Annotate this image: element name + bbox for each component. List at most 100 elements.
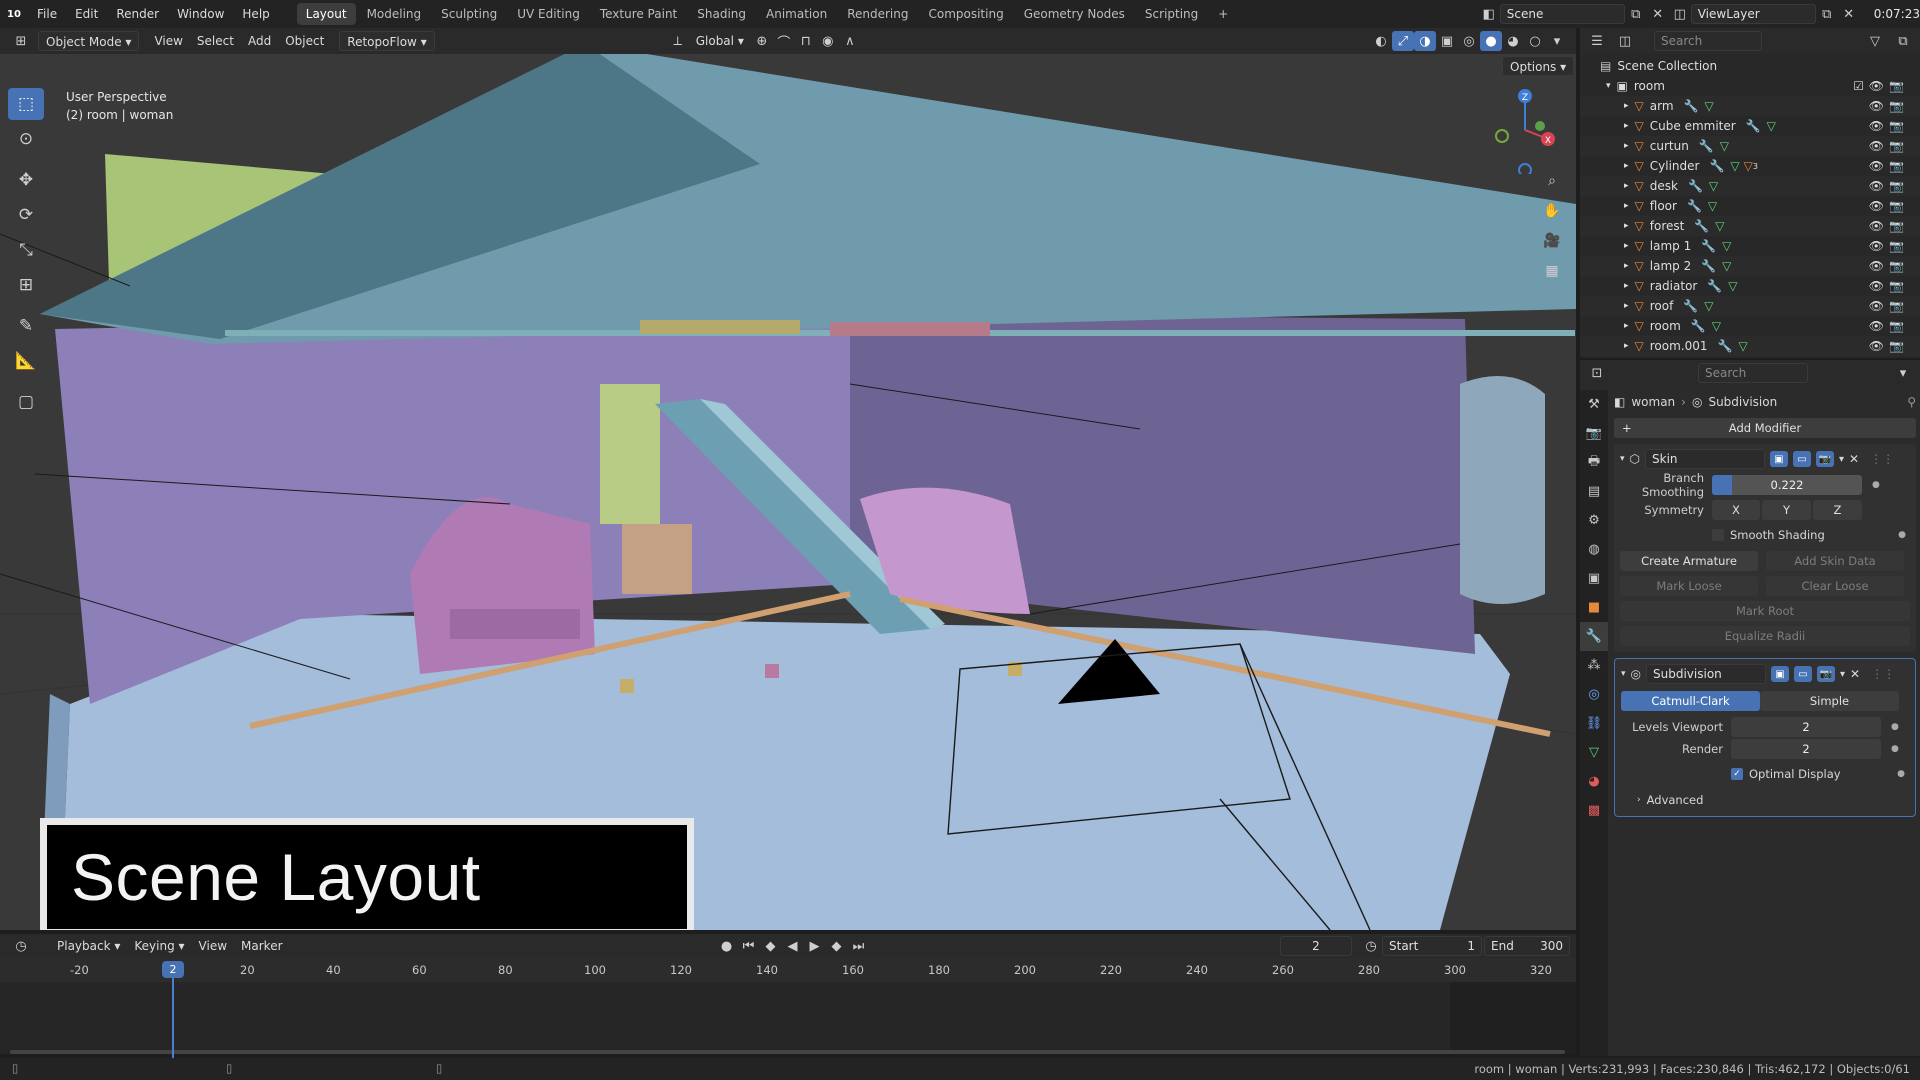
tab-sculpting[interactable]: Sculpting (432, 3, 506, 25)
advanced-subpanel[interactable]: › Advanced (1621, 790, 1909, 810)
camera-icon[interactable]: 📷 (1889, 219, 1904, 233)
texture-tab-icon[interactable]: ▩ (1580, 796, 1608, 825)
modifier-icon[interactable]: 🔧 (1683, 299, 1698, 313)
mesh-data-icon[interactable]: ▽ (1767, 119, 1776, 133)
data-tab-icon[interactable]: ▽ (1580, 738, 1608, 767)
playhead-handle[interactable]: 2 (162, 961, 184, 978)
timeline-scrollbar[interactable] (10, 1050, 1565, 1054)
shading-options-icon[interactable]: ▾ (1546, 31, 1568, 51)
world-tab-icon[interactable]: ◍ (1580, 535, 1608, 564)
object-tab-icon[interactable]: ■ (1580, 593, 1608, 622)
clear-loose-button[interactable]: Clear Loose (1766, 576, 1904, 596)
mesh-data-icon[interactable]: ▽ (1709, 179, 1718, 193)
keyframe-dot-icon[interactable]: ● (1891, 744, 1899, 754)
camera-icon[interactable]: 📷 (1889, 319, 1904, 333)
mesh-data-icon[interactable]: ▽ (1704, 99, 1713, 113)
editor-type-icon[interactable]: ⊞ (10, 31, 32, 51)
symmetry-z-toggle[interactable]: Z (1813, 500, 1862, 520)
physics-tab-icon[interactable]: ◎ (1580, 680, 1608, 709)
solid-shading-icon[interactable]: ● (1480, 31, 1502, 51)
properties-search[interactable]: Search (1698, 363, 1808, 383)
mesh-data-icon[interactable]: ▽ (1712, 319, 1721, 333)
mesh-data-icon[interactable]: ▽ (1722, 239, 1731, 253)
tab-layout[interactable]: Layout (296, 3, 356, 25)
camera-icon[interactable]: 📷 (1889, 139, 1904, 153)
outliner-item[interactable]: ▸ ▽ desk 🔧 ▽ 👁 📷 (1580, 176, 1920, 196)
display-mode-icon[interactable]: ◫ (1614, 31, 1636, 51)
dropdown-icon[interactable]: ▾ (1839, 454, 1844, 465)
tab-rendering[interactable]: Rendering (838, 3, 917, 25)
edit-mode-toggle-icon[interactable]: ▣ (1770, 451, 1789, 467)
eye-icon[interactable]: 👁 (1869, 119, 1884, 133)
pan-hand-icon[interactable]: ✋ (1537, 196, 1567, 226)
scene-field[interactable]: Scene (1499, 4, 1625, 24)
gizmo-toggle-icon[interactable]: ⤢ (1392, 31, 1414, 51)
blender-logo-icon[interactable]: 10 (0, 0, 28, 28)
eye-icon[interactable]: 👁 (1869, 179, 1884, 193)
skin-name-field[interactable]: Skin (1645, 449, 1766, 469)
render-toggle-icon[interactable]: 📷 (1816, 451, 1835, 467)
collapse-arrow-icon[interactable]: ▾ (1620, 454, 1625, 464)
keyframe-dot-icon[interactable]: ● (1897, 769, 1905, 779)
modifier-tab-icon[interactable]: 🔧 (1580, 622, 1608, 651)
collection-tab-icon[interactable]: ▣ (1580, 564, 1608, 593)
symmetry-x-toggle[interactable]: X (1712, 500, 1760, 520)
eye-icon[interactable]: 👁 (1869, 99, 1884, 113)
tool-tab-icon[interactable]: ⚒ (1580, 390, 1608, 419)
annotate-icon[interactable]: ✎ (8, 310, 44, 342)
dropdown-icon[interactable]: ▾ (1840, 669, 1845, 680)
outliner-editor-icon[interactable]: ☰ (1586, 31, 1608, 51)
wireframe-shading-icon[interactable]: ◎ (1458, 31, 1480, 51)
prev-keyframe-icon[interactable]: ◆ (760, 936, 782, 956)
preview-range-icon[interactable]: ◷ (1360, 936, 1382, 956)
eye-icon[interactable]: 👁 (1869, 199, 1884, 213)
material-shading-icon[interactable]: ◕ (1502, 31, 1524, 51)
rendered-shading-icon[interactable]: ○ (1524, 31, 1546, 51)
add-modifier-button[interactable]: + Add Modifier (1614, 418, 1916, 438)
camera-icon[interactable]: 📷 (1889, 259, 1904, 273)
modifier-icon[interactable]: 🔧 (1684, 99, 1699, 113)
add-workspace-icon[interactable]: + (1209, 3, 1237, 25)
record-icon[interactable]: ● (716, 936, 738, 956)
expand-arrow-icon[interactable]: ▸ (1624, 301, 1629, 311)
camera-icon[interactable]: 📷 (1889, 179, 1904, 193)
delete-scene-icon[interactable]: ✕ (1647, 4, 1669, 24)
mesh-data-icon[interactable]: ▽ (1704, 299, 1713, 313)
viewlayer-icon[interactable]: ◫ (1669, 4, 1691, 24)
outliner-item[interactable]: ▸ ▽ arm 🔧 ▽ 👁 📷 (1580, 96, 1920, 116)
end-frame-field[interactable]: End 300 (1484, 936, 1570, 956)
modifier-icon[interactable]: 🔧 (1709, 159, 1724, 173)
outliner-item[interactable]: ▸ ▽ lamp 1 🔧 ▽ 👁 📷 (1580, 236, 1920, 256)
expand-arrow-icon[interactable]: ▸ (1624, 181, 1629, 191)
modifier-icon[interactable]: 🔧 (1707, 279, 1722, 293)
gizmo-y-axis[interactable] (1535, 121, 1545, 131)
cursor-icon[interactable]: ⊙ (8, 123, 44, 155)
current-frame-field[interactable]: 2 (1280, 936, 1352, 956)
constraints-tab-icon[interactable]: ⛓ (1580, 709, 1608, 738)
expand-arrow-icon[interactable]: ▸ (1624, 121, 1629, 131)
expand-arrow-icon[interactable]: ▸ (1624, 241, 1629, 251)
render-levels-field[interactable]: 2 (1731, 739, 1881, 759)
properties-editor-icon[interactable]: ⊡ (1586, 363, 1608, 383)
snap-target-icon[interactable]: ⊓ (795, 31, 817, 51)
filter-icon[interactable]: ▽ (1864, 31, 1886, 51)
pin-icon[interactable]: ⚲ (1907, 395, 1916, 409)
menu-edit[interactable]: Edit (66, 0, 107, 28)
outliner-item[interactable]: ▸ ▽ room 🔧 ▽ 👁 📷 (1580, 316, 1920, 336)
branch-smoothing-slider[interactable]: 0.222 (1712, 475, 1862, 495)
play-reverse-icon[interactable]: ◀ (782, 936, 804, 956)
eye-icon[interactable]: 👁 (1869, 299, 1884, 313)
modifier-icon[interactable]: 🔧 (1701, 239, 1716, 253)
tab-texture-paint[interactable]: Texture Paint (591, 3, 686, 25)
add-cube-icon[interactable]: ▢ (8, 386, 44, 418)
camera-icon[interactable]: 📷 (1889, 119, 1904, 133)
eye-icon[interactable]: 👁 (1869, 339, 1884, 353)
expand-arrow-icon[interactable]: ▸ (1624, 321, 1629, 331)
tab-animation[interactable]: Animation (757, 3, 836, 25)
viewlayer-field[interactable]: ViewLayer (1690, 4, 1816, 24)
expand-arrow-icon[interactable]: ▸ (1624, 281, 1629, 291)
mesh-data-icon[interactable]: ▽ (1738, 339, 1747, 353)
xray-icon[interactable]: ▣ (1436, 31, 1458, 51)
eye-icon[interactable]: 👁 (1869, 219, 1884, 233)
scale-icon[interactable]: ⤡ (8, 234, 44, 266)
